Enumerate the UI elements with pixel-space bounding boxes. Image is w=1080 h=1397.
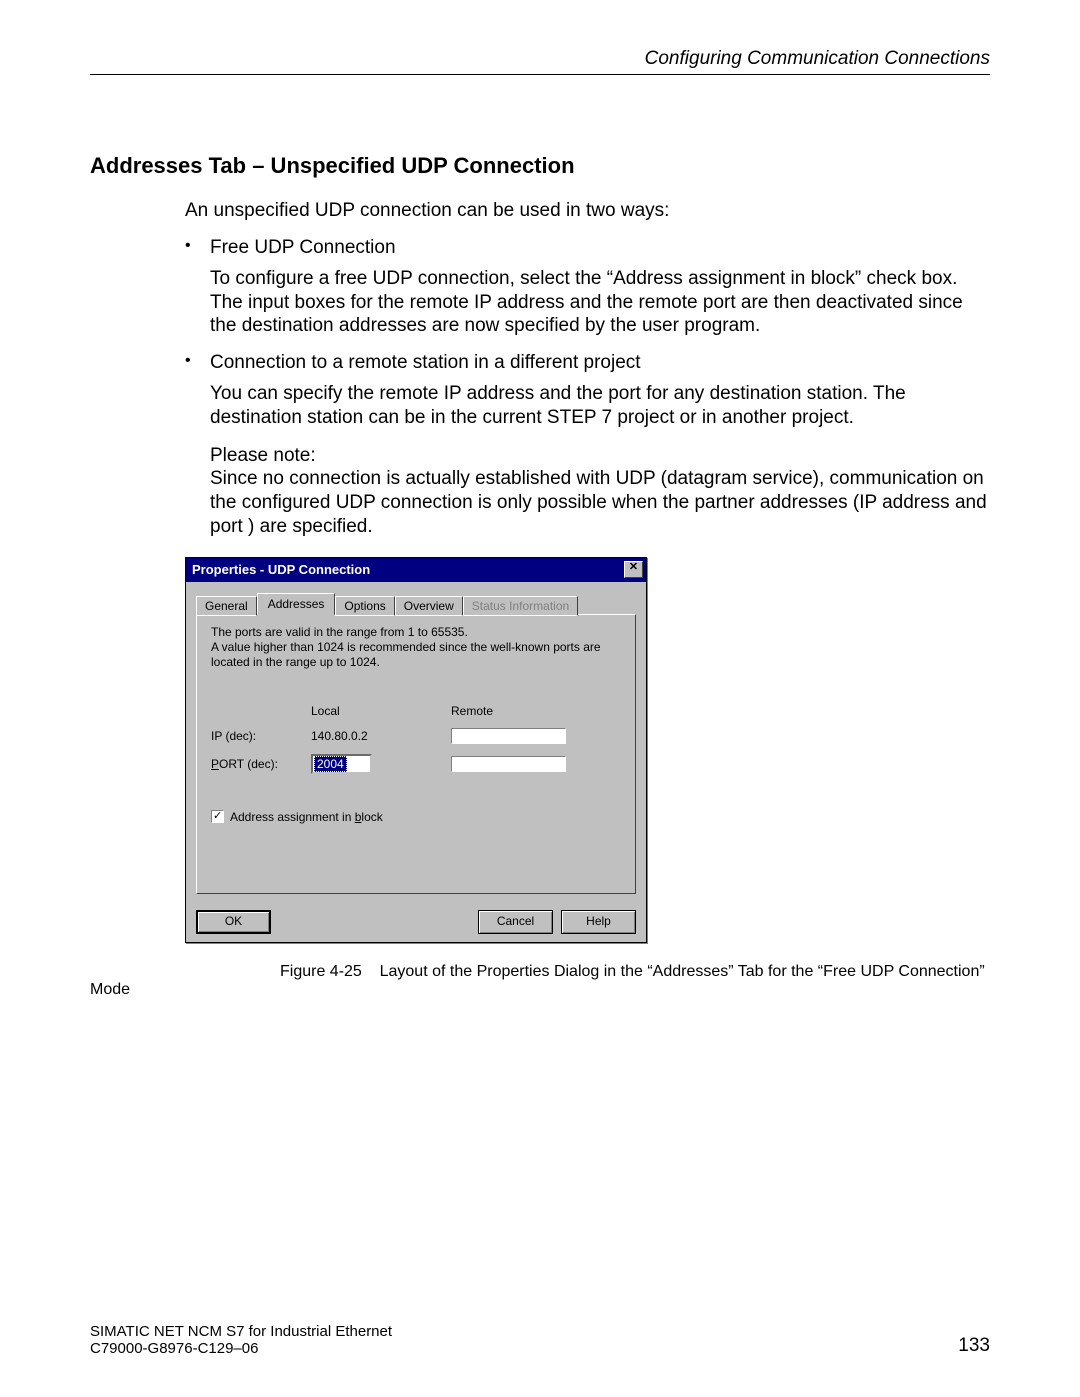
dialog-title: Properties - UDP Connection [192,562,370,577]
tab-strip: General Addresses Options Overview Statu… [196,592,636,614]
help-line-2: A value higher than 1024 is recommended … [211,640,601,669]
chapter-title: Configuring Communication Connections [645,48,990,69]
bullet-marker: • [185,352,210,374]
port-help-text: The ports are valid in the range from 1 … [211,625,621,670]
address-assignment-checkbox[interactable]: ✓ [211,810,224,823]
properties-dialog: Properties - UDP Connection ✕ General Ad… [185,557,647,943]
tab-status-information: Status Information [463,596,578,616]
local-port-value: 2004 [314,756,347,772]
local-port-input[interactable]: 2004 [311,754,372,774]
column-header-local: Local [311,704,451,718]
help-line-1: The ports are valid in the range from 1 … [211,625,468,639]
row-label-port: PORT (dec): [211,757,311,771]
bullet-marker: • [185,237,210,259]
remote-port-input[interactable] [451,756,566,772]
bullet-list: • Free UDP Connection To configure a fre… [185,237,990,539]
checkbox-label: Address assignment in block [230,810,383,824]
tab-overview[interactable]: Overview [395,596,463,616]
bullet-label: Connection to a remote station in a diff… [210,352,641,374]
note-text: Since no connection is actually establis… [210,468,987,537]
tab-panel-addresses: The ports are valid in the range from 1 … [196,614,636,894]
close-button[interactable]: ✕ [624,561,643,578]
close-icon: ✕ [629,561,638,573]
ok-button[interactable]: OK [196,910,271,934]
intro-text: An unspecified UDP connection can be use… [185,199,990,223]
bullet-paragraph: You can specify the remote IP address an… [210,382,990,430]
footer-docid: C79000-G8976-C129–06 [90,1340,392,1357]
column-header-remote: Remote [451,704,601,718]
tab-addresses[interactable]: Addresses [257,593,336,615]
cancel-button[interactable]: Cancel [478,910,553,934]
row-label-ip: IP (dec): [211,729,311,743]
checkmark-icon: ✓ [213,809,222,822]
help-button[interactable]: Help [561,910,636,934]
page-number: 133 [958,1335,990,1357]
figure-caption: Figure 4-25 Layout of the Properties Dia… [90,963,990,999]
local-ip-value: 140.80.0.2 [311,729,451,743]
bullet-paragraph: To configure a free UDP connection, sele… [210,267,990,338]
list-item: • Free UDP Connection To configure a fre… [185,237,990,338]
footer-product: SIMATIC NET NCM S7 for Industrial Ethern… [90,1323,392,1340]
page-header: Configuring Communication Connections [90,48,990,75]
list-item: • Connection to a remote station in a di… [185,352,990,539]
section-heading: Addresses Tab – Unspecified UDP Connecti… [90,153,990,179]
bullet-note: Please note: Since no connection is actu… [210,444,990,539]
remote-ip-input[interactable] [451,728,566,744]
page-footer: SIMATIC NET NCM S7 for Industrial Ethern… [90,1323,990,1358]
dialog-titlebar[interactable]: Properties - UDP Connection ✕ [186,558,646,582]
bullet-label: Free UDP Connection [210,237,396,259]
tab-options[interactable]: Options [335,596,394,616]
dialog-button-row: OK Cancel Help [186,902,646,942]
address-assignment-checkbox-row[interactable]: ✓ Address assignment in block [211,810,621,824]
address-grid: Local Remote IP (dec): 140.80.0.2 PORT (… [211,704,621,774]
note-label: Please note: [210,445,316,466]
figure-text: Layout of the Properties Dialog in the “… [90,963,985,998]
tab-general[interactable]: General [196,596,257,616]
figure-label: Figure 4-25 [280,963,362,980]
